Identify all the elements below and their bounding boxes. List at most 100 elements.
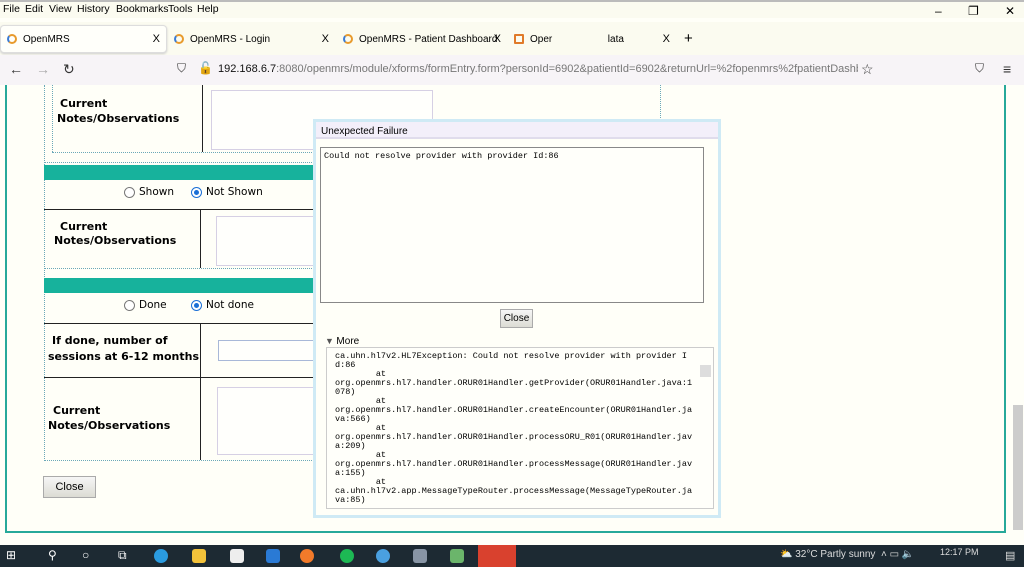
dialog-close-button[interactable]: Close: [500, 309, 533, 328]
shield-icon[interactable]: ⛉: [177, 61, 186, 76]
more-toggle[interactable]: ▼ More: [325, 336, 359, 347]
nav-bar: ← → ↻ ⛉ 🔓 192.168.6.7:8080/openmrs/modul…: [0, 55, 1024, 85]
forward-icon[interactable]: →: [36, 61, 50, 77]
stack-scrollbar[interactable]: [698, 349, 712, 507]
notes-label: Notes/Observations: [57, 112, 180, 125]
tab-close-icon[interactable]: X: [663, 33, 670, 45]
app-icon[interactable]: [450, 549, 464, 563]
bookmark-star-icon[interactable]: ☆: [861, 61, 874, 78]
tab-title: OpenMRS - Patient Dashboard: [359, 33, 498, 45]
tab-close-icon[interactable]: X: [153, 33, 160, 45]
window-close-button[interactable]: ✕: [1005, 4, 1015, 18]
url-host: 192.168.6.7: [218, 63, 277, 75]
error-dialog: Unexpected Failure Could not resolve pro…: [313, 119, 721, 518]
tab-login[interactable]: OpenMRS - Login X: [168, 25, 335, 53]
app-icon[interactable]: [413, 549, 427, 563]
tab-other[interactable]: Oper lata X: [508, 25, 676, 53]
tab-close-icon[interactable]: X: [322, 33, 329, 45]
insecure-lock-icon[interactable]: 🔓: [198, 61, 213, 75]
section-border: [44, 268, 314, 269]
notes-label: Notes/Observations: [48, 419, 171, 432]
section-border: [44, 85, 45, 461]
spotify-icon[interactable]: [340, 549, 354, 563]
divider: [202, 85, 203, 152]
minimize-button[interactable]: –: [935, 4, 942, 18]
more-label: More: [336, 336, 360, 347]
divider: [44, 377, 314, 378]
openmrs-icon: [343, 34, 353, 44]
radio-label: Not done: [206, 299, 254, 311]
triangle-down-icon: ▼: [325, 336, 337, 346]
radio-button[interactable]: [124, 299, 135, 311]
sessions-label: If done, number of: [52, 334, 168, 347]
store-icon[interactable]: [230, 549, 244, 563]
search-icon[interactable]: ⚲: [48, 548, 57, 562]
notifications-icon[interactable]: ▤: [1005, 549, 1015, 562]
scrollbar-thumb[interactable]: [700, 365, 711, 377]
edge-icon[interactable]: [154, 549, 168, 563]
scrollbar-thumb[interactable]: [1013, 405, 1023, 530]
divider: [44, 209, 314, 210]
app-icon[interactable]: [478, 545, 516, 567]
restore-button[interactable]: ❐: [968, 4, 979, 18]
weather[interactable]: ⛅ 32°C Partly sunny ˄ ▭ 🔈: [780, 549, 914, 560]
url-bar[interactable]: 192.168.6.7:8080/openmrs/module/xforms/f…: [218, 63, 858, 75]
radio-label: Shown: [139, 186, 174, 198]
notes-label: Notes/Observations: [54, 234, 177, 247]
start-icon[interactable]: ⊞: [6, 548, 16, 562]
sessions-label: sessions at 6-12 months: [48, 350, 199, 363]
mail-icon[interactable]: [266, 549, 280, 563]
tab-title: Oper lata: [530, 33, 624, 45]
back-icon[interactable]: ←: [9, 61, 23, 77]
cortana-icon[interactable]: ○: [82, 548, 89, 562]
menu-help[interactable]: Help: [197, 3, 219, 15]
notes-textarea-2[interactable]: [216, 216, 316, 266]
radio-shown[interactable]: Shown: [124, 186, 174, 198]
tab-close-icon[interactable]: X: [494, 33, 501, 45]
divider: [200, 323, 201, 460]
tab-title: OpenMRS - Login: [190, 33, 271, 45]
tab-patient-dashboard[interactable]: OpenMRS - Patient Dashboard X: [337, 25, 507, 53]
divider: [44, 323, 314, 324]
radio-not-done[interactable]: Not done: [191, 299, 254, 311]
tab-openmrs[interactable]: OpenMRS X: [0, 25, 167, 53]
file-explorer-icon[interactable]: [192, 549, 206, 563]
sessions-input[interactable]: [218, 340, 314, 361]
section-border: [52, 85, 53, 152]
menu-file[interactable]: File: [3, 3, 20, 15]
radio-button[interactable]: [191, 299, 202, 311]
menu-bar: File Edit View History Bookmarks Tools H…: [0, 0, 1024, 18]
radio-not-shown[interactable]: Not Shown: [191, 186, 263, 198]
firefox-icon[interactable]: [300, 549, 314, 563]
notes-textarea-3[interactable]: [217, 387, 314, 455]
menu-edit[interactable]: Edit: [25, 3, 43, 15]
error-message-textarea[interactable]: Could not resolve provider with provider…: [320, 147, 704, 303]
notes-label: Current: [60, 97, 108, 110]
page-scrollbar[interactable]: [1011, 85, 1024, 545]
reload-icon[interactable]: ↻: [63, 61, 75, 78]
section-border: [44, 162, 314, 163]
hamburger-menu-icon[interactable]: ≡: [1003, 61, 1011, 77]
form-close-button[interactable]: Close: [43, 476, 96, 498]
tab-strip: OpenMRS X OpenMRS - Login X OpenMRS - Pati…: [0, 22, 1024, 55]
dialog-title: Unexpected Failure: [316, 122, 718, 139]
site-icon: [514, 34, 524, 44]
notes-label: Current: [53, 404, 101, 417]
divider: [200, 209, 201, 268]
pocket-icon[interactable]: ⛉: [975, 61, 984, 76]
clock[interactable]: 12:17 PM: [940, 547, 979, 557]
task-view-icon[interactable]: ⧉: [118, 548, 127, 563]
url-path: :8080/openmrs/module/xforms/formEntry.fo…: [276, 63, 858, 75]
menu-history[interactable]: History: [77, 3, 110, 15]
app-icon[interactable]: [376, 549, 390, 563]
menu-view[interactable]: View: [49, 3, 72, 15]
stack-trace[interactable]: ca.uhn.hl7v2.HL7Exception: Could not res…: [326, 347, 714, 509]
menu-tools[interactable]: Tools: [168, 3, 193, 15]
openmrs-icon: [174, 34, 184, 44]
radio-done[interactable]: Done: [124, 299, 167, 311]
new-tab-button[interactable]: +: [684, 30, 693, 47]
menu-bookmarks[interactable]: Bookmarks: [116, 3, 169, 15]
radio-button[interactable]: [124, 186, 135, 198]
radio-button[interactable]: [191, 186, 202, 198]
notes-label: Current: [60, 220, 108, 233]
